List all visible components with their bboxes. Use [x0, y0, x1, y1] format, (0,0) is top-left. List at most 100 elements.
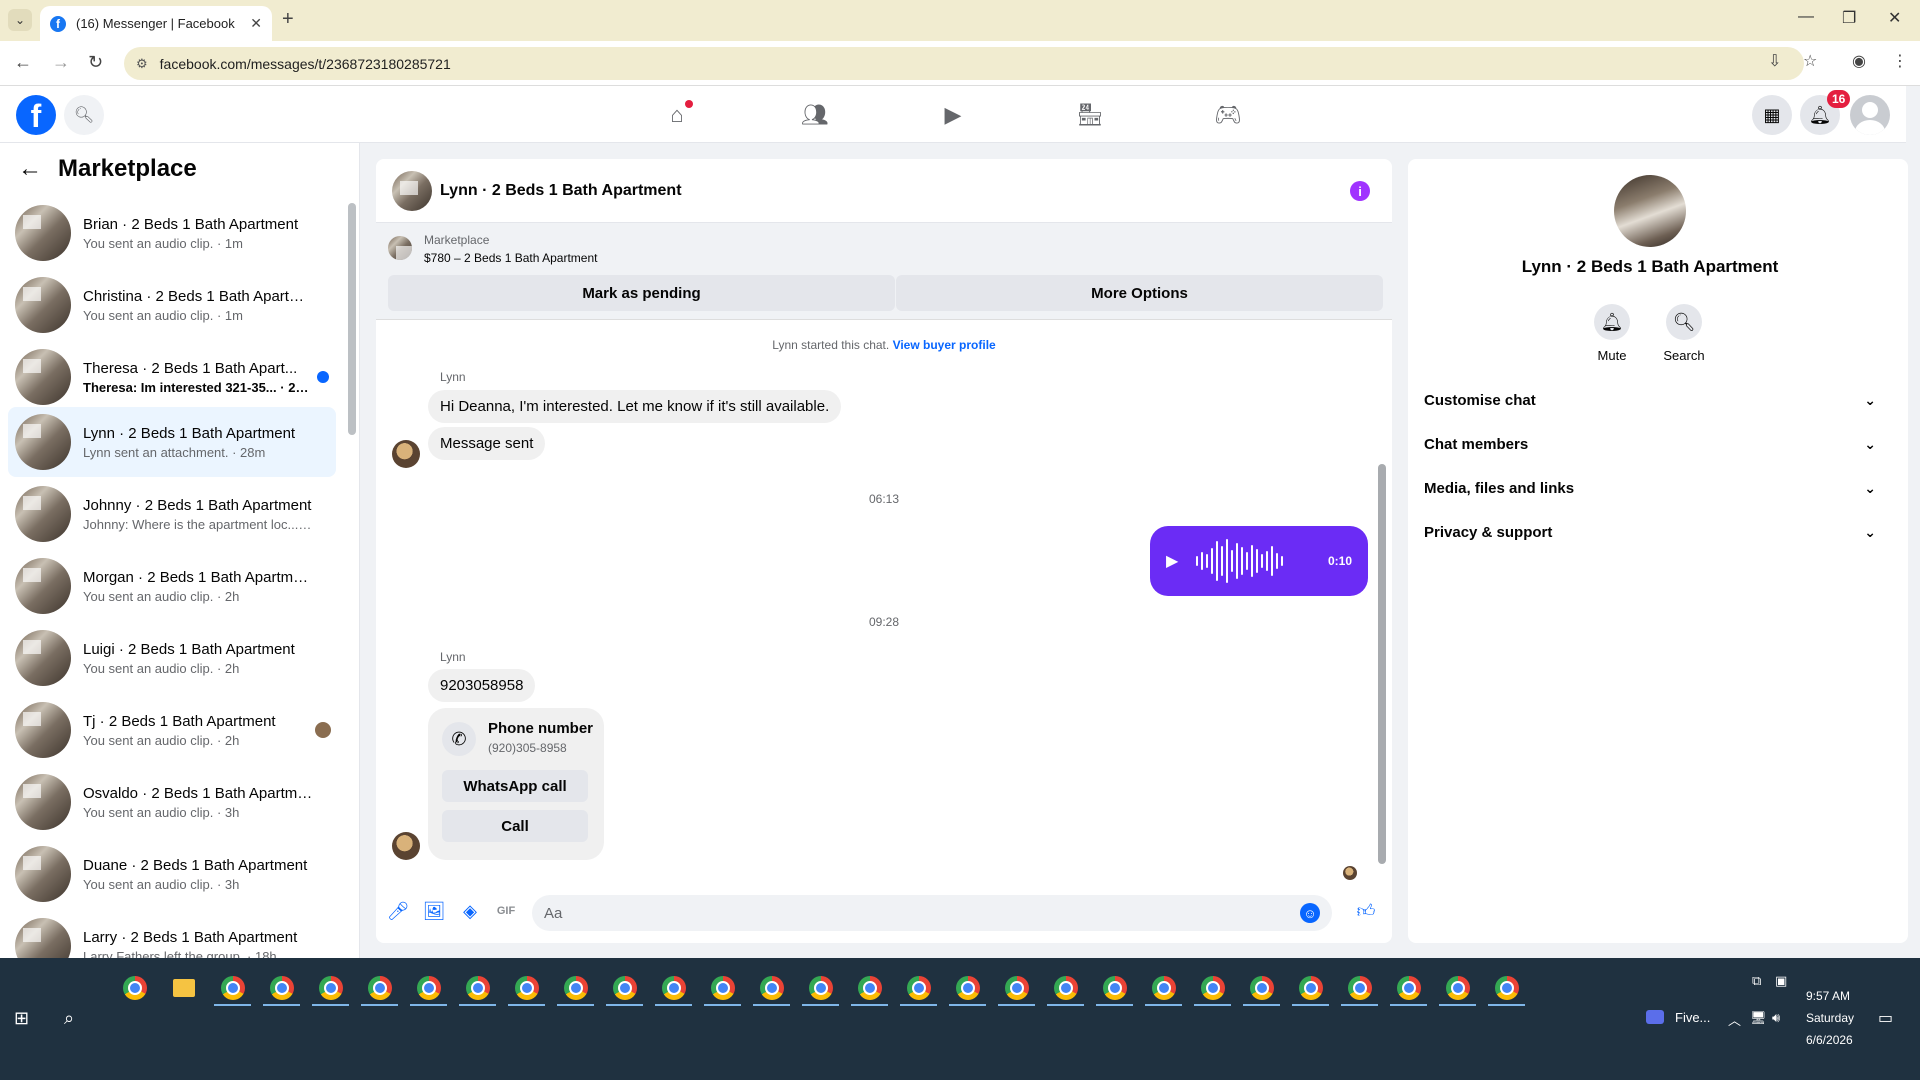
- info-icon[interactable]: i: [1350, 181, 1370, 201]
- conversation-item[interactable]: Larry · 2 Beds 1 Bath Apartment Larry Fat…: [8, 911, 336, 958]
- file-explorer-icon[interactable]: [159, 968, 208, 1008]
- chrome-taskbar-icon[interactable]: [551, 968, 600, 1008]
- conversation-item[interactable]: Luigi · 2 Beds 1 Bath Apartment You sent …: [8, 623, 336, 693]
- network-icon[interactable]: 🖥︎: [1750, 1010, 1767, 1026]
- reload-button[interactable]: ↻: [88, 52, 103, 73]
- chat-title[interactable]: Lynn · 2 Beds 1 Bath Apartment: [440, 182, 682, 200]
- conversation-item[interactable]: Tj · 2 Beds 1 Bath Apartment You sent an …: [8, 695, 336, 765]
- mute-button[interactable]: 🔔︎ Mute: [1582, 304, 1642, 363]
- conversation-item[interactable]: Theresa · 2 Beds 1 Bath Apart... Theresa:…: [8, 342, 336, 412]
- listing-price[interactable]: $780 – 2 Beds 1 Bath Apartment: [424, 251, 597, 265]
- chrome-taskbar-icon[interactable]: [404, 968, 453, 1008]
- account-avatar[interactable]: [1850, 95, 1890, 135]
- video-icon[interactable]: ▶: [938, 100, 968, 130]
- volume-icon[interactable]: 🔊︎: [1772, 1010, 1780, 1026]
- profile-icon[interactable]: ◉: [1852, 51, 1866, 71]
- restore-button[interactable]: ❐: [1842, 8, 1856, 28]
- chrome-taskbar-icon[interactable]: [943, 968, 992, 1008]
- search-icon[interactable]: 🔍︎: [64, 95, 104, 135]
- chrome-taskbar-icon[interactable]: [208, 968, 257, 1008]
- show-hidden-icons[interactable]: ︿: [1728, 1010, 1741, 1029]
- conversation-item[interactable]: Duane · 2 Beds 1 Bath Apartment You sent …: [8, 839, 336, 909]
- gaming-icon[interactable]: 🎮︎: [1213, 100, 1243, 130]
- photo-icon[interactable]: 🖼︎: [423, 901, 446, 921]
- chrome-taskbar-icon[interactable]: [1384, 968, 1433, 1008]
- chrome-taskbar-icon[interactable]: [698, 968, 747, 1008]
- zoom-app-label[interactable]: Five...: [1675, 1010, 1710, 1025]
- chrome-taskbar-icon[interactable]: [992, 968, 1041, 1008]
- bookmark-star-icon[interactable]: ☆: [1803, 51, 1817, 71]
- chrome-taskbar-icon[interactable]: [600, 968, 649, 1008]
- facebook-logo-icon[interactable]: f: [16, 95, 56, 135]
- browser-menu-icon[interactable]: ⋮: [1892, 51, 1908, 71]
- sender-avatar[interactable]: [392, 832, 420, 860]
- sender-avatar[interactable]: [392, 440, 420, 468]
- chrome-taskbar-icon[interactable]: [1237, 968, 1286, 1008]
- chrome-taskbar-icon[interactable]: [502, 968, 551, 1008]
- chrome-taskbar-icon[interactable]: [110, 968, 159, 1008]
- gif-icon[interactable]: GIF: [496, 901, 516, 921]
- audio-message[interactable]: ▶ 0:10: [1150, 526, 1368, 596]
- new-tab-button[interactable]: +: [282, 8, 294, 31]
- view-buyer-profile-link[interactable]: View buyer profile: [893, 338, 996, 352]
- install-app-icon[interactable]: ⇩: [1768, 51, 1781, 71]
- conversation-item[interactable]: Brian · 2 Beds 1 Bath Apartment You sent …: [8, 198, 336, 268]
- zoom-app-icon[interactable]: [1646, 1010, 1664, 1024]
- screen-share-icon[interactable]: ▣: [1775, 973, 1787, 989]
- chrome-taskbar-icon[interactable]: [453, 968, 502, 1008]
- sidebar-scrollbar[interactable]: [348, 203, 356, 435]
- search-chat-button[interactable]: 🔍︎ Search: [1654, 304, 1714, 363]
- site-settings-icon[interactable]: ⚙: [136, 56, 148, 72]
- mark-as-pending-button[interactable]: Mark as pending: [388, 275, 895, 311]
- customise-chat-section[interactable]: Customise chat ⌄: [1424, 378, 1884, 422]
- chrome-taskbar-icon[interactable]: [1139, 968, 1188, 1008]
- chrome-taskbar-icon[interactable]: [649, 968, 698, 1008]
- tab-close-icon[interactable]: ✕: [250, 15, 262, 32]
- microphone-icon[interactable]: 🎤︎: [387, 901, 410, 921]
- browser-tab-messenger[interactable]: f (16) Messenger | Facebook ✕: [40, 6, 272, 41]
- meet-now-icon[interactable]: ⧉: [1752, 973, 1761, 989]
- chrome-taskbar-icon[interactable]: [355, 968, 404, 1008]
- clock-time[interactable]: 9:57 AM: [1806, 989, 1850, 1003]
- clock-day[interactable]: Saturday: [1806, 1011, 1854, 1025]
- chat-members-section[interactable]: Chat members ⌄: [1424, 422, 1884, 466]
- chrome-taskbar-icon[interactable]: [1482, 968, 1531, 1008]
- call-button[interactable]: Call: [442, 810, 588, 842]
- thumbs-up-icon[interactable]: 👍︎: [1356, 901, 1376, 921]
- tab-search-button[interactable]: ⌄: [8, 9, 32, 31]
- sticker-icon[interactable]: ◈: [460, 901, 480, 921]
- chat-scrollbar[interactable]: [1378, 464, 1386, 864]
- menu-grid-icon[interactable]: ▦: [1752, 95, 1792, 135]
- privacy-support-section[interactable]: Privacy & support ⌄: [1424, 510, 1884, 554]
- chrome-taskbar-icon[interactable]: [1286, 968, 1335, 1008]
- media-files-links-section[interactable]: Media, files and links ⌄: [1424, 466, 1884, 510]
- chrome-taskbar-icon[interactable]: [1188, 968, 1237, 1008]
- conversation-item-active[interactable]: Lynn · 2 Beds 1 Bath Apartment Lynn sent …: [8, 407, 336, 477]
- chrome-taskbar-icon[interactable]: [1041, 968, 1090, 1008]
- taskbar-search-icon[interactable]: ⌕: [64, 1008, 74, 1029]
- chrome-taskbar-icon[interactable]: [796, 968, 845, 1008]
- forward-button[interactable]: →: [52, 52, 70, 73]
- minimize-button[interactable]: —: [1798, 8, 1814, 26]
- chrome-taskbar-icon[interactable]: [747, 968, 796, 1008]
- message-bubble[interactable]: Message sent: [428, 427, 546, 460]
- chrome-taskbar-icon[interactable]: [845, 968, 894, 1008]
- chrome-taskbar-icon[interactable]: [257, 968, 306, 1008]
- clock-date[interactable]: 6/6/2026: [1806, 1033, 1853, 1047]
- marketplace-icon[interactable]: 🏪︎: [1075, 100, 1105, 130]
- play-icon[interactable]: ▶: [1166, 551, 1178, 571]
- chrome-taskbar-icon[interactable]: [1090, 968, 1139, 1008]
- message-input[interactable]: Aa ☺: [532, 895, 1332, 931]
- emoji-icon[interactable]: ☺: [1300, 903, 1320, 923]
- close-window-button[interactable]: ✕: [1888, 8, 1901, 28]
- contact-avatar[interactable]: [1614, 175, 1686, 247]
- conversation-item[interactable]: Johnny · 2 Beds 1 Bath Apartment Johnny: …: [8, 479, 336, 549]
- more-options-button[interactable]: More Options: [896, 275, 1383, 311]
- message-bubble[interactable]: Hi Deanna, I'm interested. Let me know i…: [428, 390, 842, 423]
- whatsapp-call-button[interactable]: WhatsApp call: [442, 770, 588, 802]
- address-bar[interactable]: ⚙ facebook.com/messages/t/23687231802857…: [124, 47, 1804, 80]
- windows-start-icon[interactable]: ⊞: [14, 1008, 29, 1029]
- friends-icon[interactable]: 👥︎: [800, 100, 830, 130]
- chrome-taskbar-icon[interactable]: [894, 968, 943, 1008]
- conversation-item[interactable]: Osvaldo · 2 Beds 1 Bath Apartme... You se…: [8, 767, 336, 837]
